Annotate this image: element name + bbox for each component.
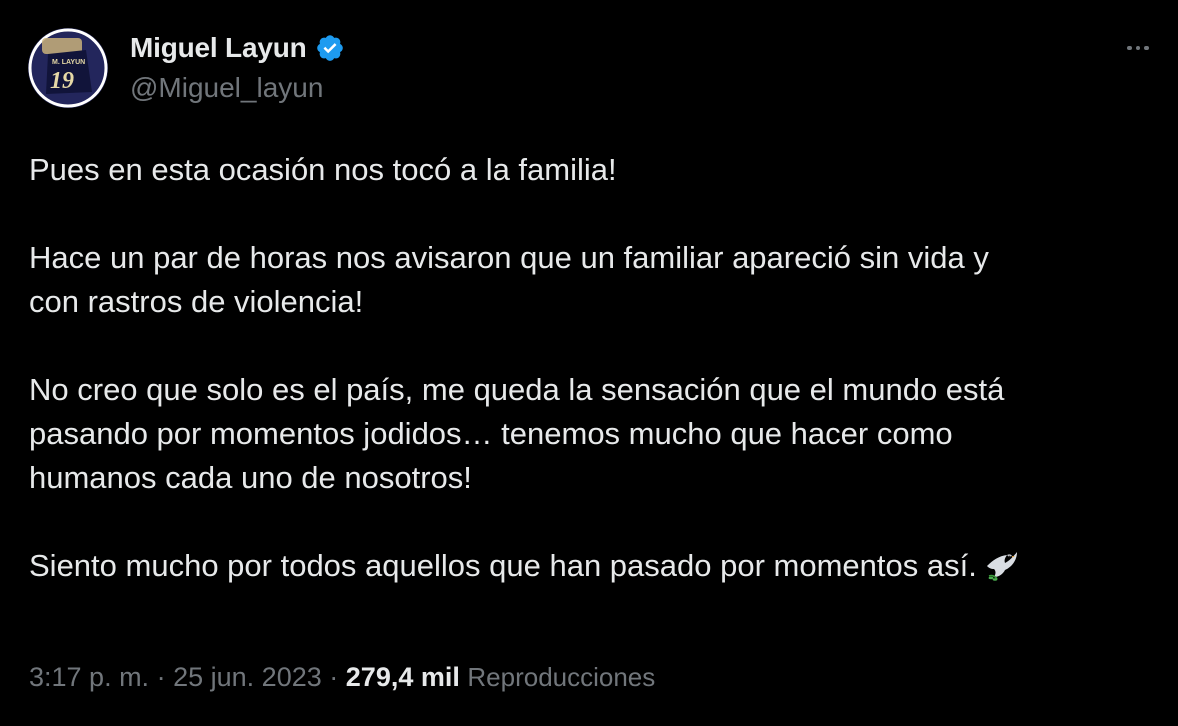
avatar-jersey-number: 19 xyxy=(50,68,74,94)
tweet-time[interactable]: 3:17 p. m. xyxy=(29,662,149,692)
avatar-jersey-text: M. LAYUN xyxy=(52,59,85,66)
more-dot-icon xyxy=(1135,45,1141,51)
tweet-paragraph: Pues en esta ocasión nos tocó a la famil… xyxy=(29,152,617,187)
more-dot-icon xyxy=(1127,45,1132,51)
tweet-paragraph: Siento mucho por todos aquellos que han … xyxy=(29,548,977,583)
tweet-paragraph: No creo que solo es el país, me queda la… xyxy=(29,372,1005,495)
tweet-card: M. LAYUN 19 Miguel Layun @Miguel_layun P… xyxy=(0,0,1178,726)
avatar[interactable]: M. LAYUN 19 xyxy=(28,28,108,108)
author-name-row[interactable]: Miguel Layun xyxy=(130,30,345,66)
tweet-date[interactable]: 25 jun. 2023 xyxy=(173,662,322,692)
avatar-image: M. LAYUN 19 xyxy=(28,28,108,108)
more-options-button[interactable] xyxy=(1118,34,1158,62)
tweet-paragraph: Hace un par de horas nos avisaron que un… xyxy=(29,240,989,319)
tweet-text: Pues en esta ocasión nos tocó a la famil… xyxy=(29,148,1149,588)
author-handle[interactable]: @Miguel_layun xyxy=(130,70,323,106)
author-display-name[interactable]: Miguel Layun xyxy=(130,30,307,66)
tweet-last-paragraph: Siento mucho por todos aquellos que han … xyxy=(29,544,1149,588)
dove-icon xyxy=(983,546,1021,584)
meta-separator: · xyxy=(156,662,166,692)
verified-badge-icon xyxy=(315,33,345,63)
meta-separator: · xyxy=(329,662,339,692)
views-count[interactable]: 279,4 mil xyxy=(346,662,460,692)
views-label[interactable]: Reproducciones xyxy=(467,662,655,692)
tweet-meta: 3:17 p. m. · 25 jun. 2023 · 279,4 mil Re… xyxy=(29,657,655,697)
more-dot-icon xyxy=(1144,45,1149,51)
